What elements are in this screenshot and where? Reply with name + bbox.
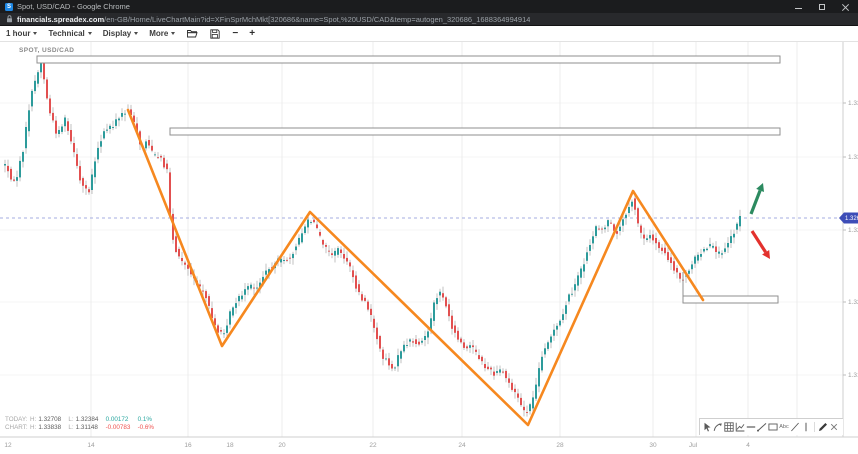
y-tick-label: 1.33 [848, 154, 858, 161]
zoom-out-button[interactable]: − [232, 29, 238, 39]
chart-canvas[interactable]: 1.335 1.33 1.325 1.32 1.315 12 14 16 18 20 22 24 28 3… [0, 42, 858, 454]
open-folder-icon[interactable] [186, 28, 198, 40]
window-titlebar: S Spot, USD/CAD - Google Chrome [0, 0, 858, 13]
horizontal-line-icon[interactable] [746, 421, 756, 433]
chart-toolbar: 1 hour Technical Display More [0, 26, 858, 42]
chart-change-pct: -0.6% [138, 424, 154, 432]
legend-row-chart: CHART: H: 1.33838 L: 1.31148 -0.00783 -0… [5, 424, 154, 432]
crosshair-arrow-icon[interactable] [713, 421, 723, 433]
chevron-down-icon [171, 32, 175, 35]
url-path: /en-GB/Home/LiveChartMain?id=XFinSprMchM… [104, 15, 530, 24]
more-dropdown[interactable]: More [149, 29, 175, 38]
url-text: financials.spreadex.com/en-GB/Home/LiveC… [17, 15, 530, 24]
chevron-down-icon [88, 32, 92, 35]
price-level-box[interactable] [170, 128, 780, 135]
today-change: 0.00172 [106, 416, 138, 424]
chart-high: 1.33838 [38, 424, 68, 432]
symbol-label: SPOT, USD/CAD [19, 47, 74, 54]
today-low: 1.32384 [76, 416, 106, 424]
chart-area: 1.335 1.33 1.325 1.32 1.315 12 14 16 18 20 22 24 28 3… [0, 42, 858, 454]
x-tick-label: 28 [556, 442, 564, 449]
y-tick-label: 1.325 [848, 227, 858, 234]
timeframe-dropdown[interactable]: 1 hour [6, 29, 37, 38]
drawing-toolbar: Abc [699, 418, 843, 435]
red-arrow-icon[interactable] [752, 231, 766, 252]
current-price-value: 1.32645 [845, 216, 858, 222]
x-tick-label: 16 [184, 442, 192, 449]
x-tick-label: Jul [689, 442, 698, 449]
y-tick-label: 1.315 [848, 372, 858, 379]
price-level-box[interactable] [683, 296, 778, 303]
chevron-down-icon [33, 32, 37, 35]
zoom-in-button[interactable]: + [249, 29, 255, 39]
x-tick-label: 24 [458, 442, 466, 449]
close-tools-icon[interactable] [829, 421, 839, 433]
grid-icon[interactable] [724, 421, 734, 433]
today-change-pct: 0.1% [138, 416, 152, 424]
save-icon[interactable] [209, 28, 221, 40]
x-tick-label: 14 [87, 442, 95, 449]
spreadex-favicon: S [5, 3, 13, 11]
minimize-icon[interactable] [795, 5, 802, 9]
vertical-line-icon[interactable] [801, 421, 811, 433]
pencil-icon[interactable] [818, 421, 828, 433]
toolbar-divider [814, 422, 815, 432]
chart-low: 1.31148 [76, 424, 106, 432]
text-icon[interactable]: Abc [779, 421, 789, 433]
browser-window: S Spot, USD/CAD - Google Chrome financia… [0, 0, 858, 454]
cursor-icon[interactable] [702, 421, 712, 433]
x-tick-label: 20 [278, 442, 286, 449]
x-tick-label: 22 [369, 442, 377, 449]
chevron-down-icon [134, 32, 138, 35]
window-title: Spot, USD/CAD - Google Chrome [17, 2, 791, 11]
ray-line-icon[interactable] [790, 421, 800, 433]
chart-axes-icon[interactable] [735, 421, 745, 433]
window-controls [795, 3, 849, 10]
chart-change: -0.00783 [106, 424, 138, 432]
x-tick-label: 4 [746, 442, 750, 449]
trend-line-icon[interactable] [757, 421, 767, 433]
x-tick-label: 30 [649, 442, 657, 449]
y-tick-label: 1.32 [848, 299, 858, 306]
x-tick-label: 12 [4, 442, 12, 449]
x-tick-label: 18 [226, 442, 234, 449]
address-bar[interactable]: financials.spreadex.com/en-GB/Home/LiveC… [0, 13, 858, 26]
price-level-box[interactable] [37, 56, 780, 63]
green-arrow-icon[interactable] [751, 190, 760, 214]
close-icon[interactable] [842, 3, 849, 10]
url-domain: financials.spreadex.com [17, 15, 104, 24]
ohlc-legend: TODAY: H: 1.32708 L: 1.32384 0.00172 0.1… [5, 416, 154, 431]
y-tick-label: 1.335 [848, 100, 858, 107]
display-dropdown[interactable]: Display [103, 29, 138, 38]
legend-row-today: TODAY: H: 1.32708 L: 1.32384 0.00172 0.1… [5, 416, 154, 424]
lock-icon [6, 15, 13, 23]
technical-dropdown[interactable]: Technical [48, 29, 91, 38]
rectangle-icon[interactable] [768, 421, 778, 433]
today-high: 1.32708 [38, 416, 68, 424]
maximize-icon[interactable] [819, 4, 825, 10]
